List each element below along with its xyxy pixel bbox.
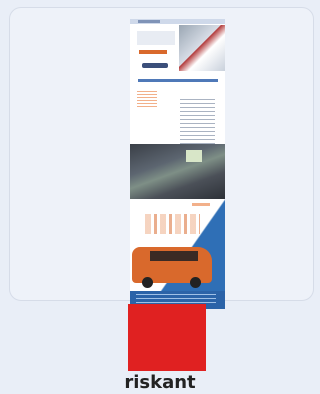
preview-orange-accent	[192, 203, 210, 206]
preview-hero-image	[179, 25, 225, 71]
website-screenshot-thumbnail[interactable]	[130, 19, 225, 309]
preview-van-wheel-rear	[190, 277, 201, 288]
preview-meeting-photo	[130, 144, 225, 199]
preview-section-heading	[138, 79, 218, 82]
preview-hero-button	[139, 50, 167, 54]
preview-photo-screen	[186, 150, 202, 162]
preview-van-window	[150, 251, 198, 261]
risk-status-label: riskant	[124, 372, 196, 393]
preview-van-wheel-front	[142, 277, 153, 288]
risk-status-indicator	[128, 304, 206, 371]
preview-logo	[138, 20, 160, 23]
preview-small-logo	[142, 63, 168, 68]
preview-text-left	[137, 91, 157, 107]
website-preview-card[interactable]	[9, 7, 314, 309]
preview-logo-collage	[145, 214, 200, 234]
preview-hero-text-block	[137, 31, 175, 45]
